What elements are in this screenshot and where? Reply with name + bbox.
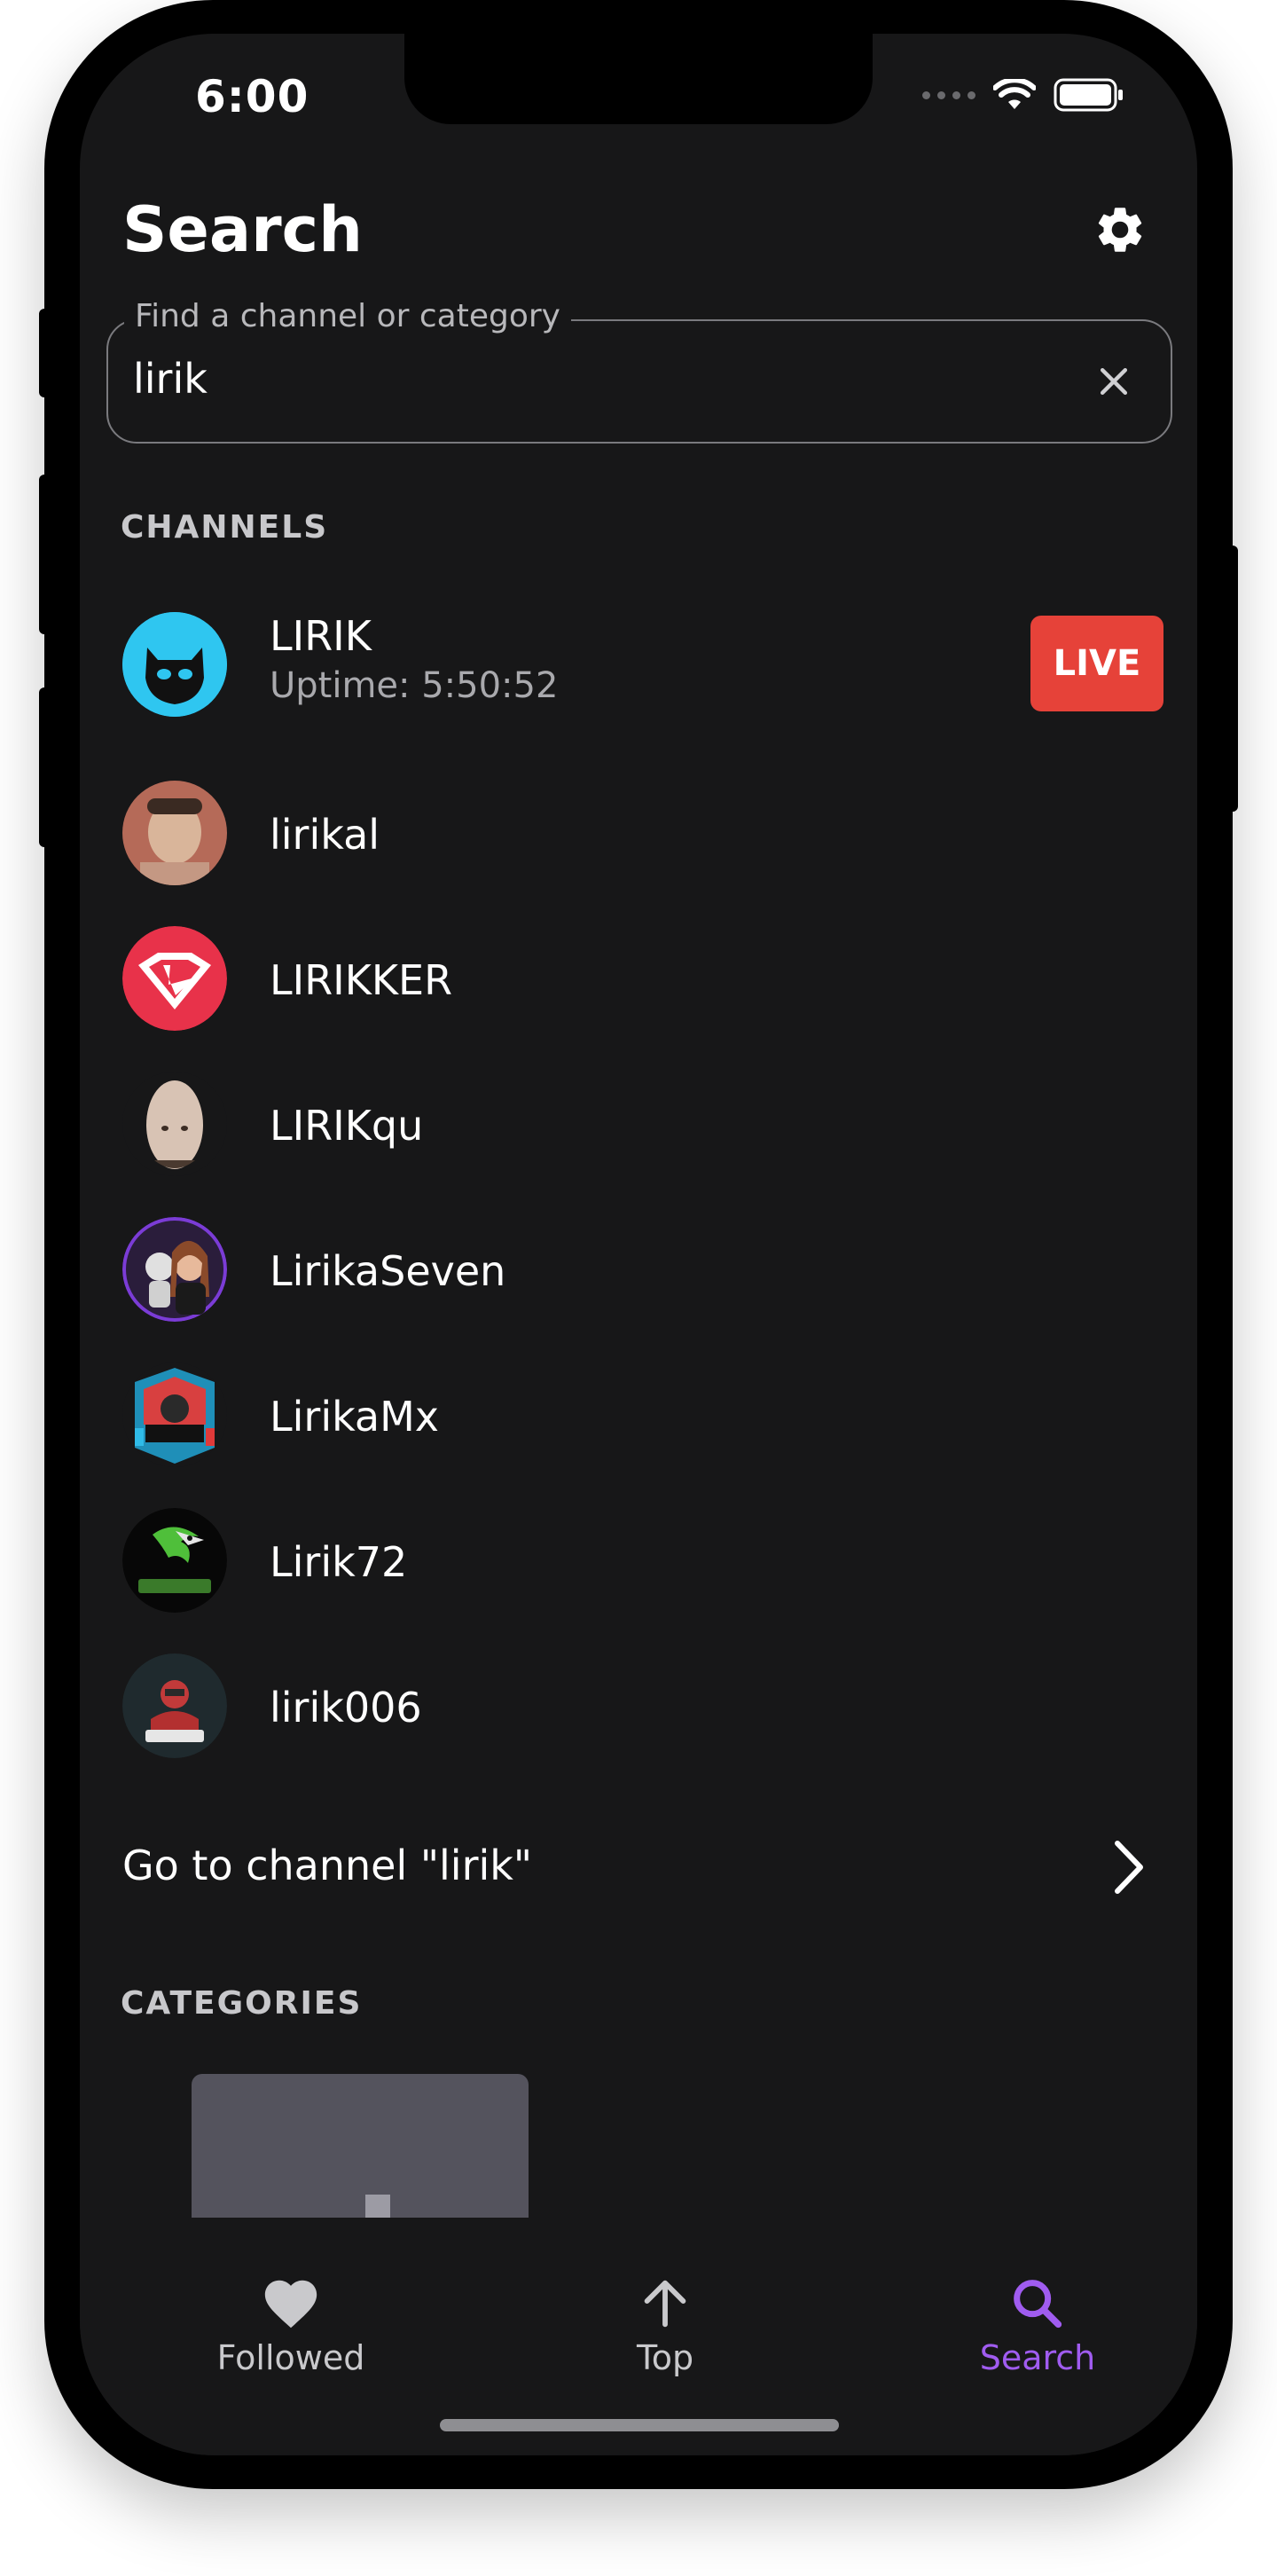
- tab-search-label: Search: [979, 2338, 1096, 2377]
- avatar: [122, 1653, 227, 1758]
- tab-followed-label: Followed: [216, 2338, 365, 2377]
- mascot-logo-icon: [122, 1653, 227, 1758]
- status-time: 6:00: [195, 71, 309, 122]
- avatar: [122, 612, 227, 717]
- channel-row-lirik006[interactable]: lirik006: [122, 1653, 1160, 1760]
- search-input[interactable]: Find a channel or category lirik: [106, 298, 1172, 444]
- channel-name: LIRIKKER: [270, 956, 453, 1004]
- channel-name: LirikaMx: [270, 1393, 440, 1441]
- channel-row-lirikaseven[interactable]: LirikaSeven: [122, 1217, 1160, 1323]
- channel-row-lirik72[interactable]: Lirik72: [122, 1508, 1160, 1614]
- page-title: Search: [122, 193, 363, 266]
- categories-heading: CATEGORIES: [121, 1985, 363, 2022]
- channel-row-lirikqu[interactable]: LIRIKqu: [122, 1072, 1160, 1178]
- channel-row-lirikal[interactable]: lirikal: [122, 781, 1160, 887]
- avatar: [122, 781, 227, 885]
- search-icon: [1014, 2280, 1062, 2329]
- channel-name: lirik006: [270, 1684, 422, 1732]
- badge-logo-icon: [122, 1363, 227, 1467]
- notch: [404, 34, 873, 124]
- live-badge: LIVE: [1030, 616, 1163, 711]
- screen: 6:00 Search Find a channel or category l…: [80, 34, 1197, 2455]
- wifi-icon: [993, 79, 1036, 109]
- channel-name: LirikaSeven: [270, 1247, 506, 1295]
- avatar: [122, 926, 227, 1031]
- channel-row-lirikker[interactable]: LIRIKKER: [122, 926, 1160, 1033]
- search-legend: Find a channel or category: [124, 298, 571, 334]
- channel-name: LIRIKqu: [270, 1102, 424, 1150]
- side-button-volume-up: [39, 475, 51, 634]
- heart-icon: [264, 2280, 317, 2329]
- channel-row-lirik[interactable]: LIRIK Uptime: 5:50:52 LIVE: [122, 612, 1163, 719]
- channel-name: lirikal: [270, 811, 380, 859]
- arrow-up-icon: [644, 2280, 686, 2328]
- avatar: [122, 1508, 227, 1613]
- tab-followed[interactable]: Followed: [176, 2273, 406, 2377]
- cat-avatar-icon: [122, 612, 227, 717]
- side-button-volume-down: [39, 687, 51, 847]
- phone-frame: 6:00 Search Find a channel or category l…: [39, 0, 1238, 2489]
- channels-heading: CHANNELS: [121, 509, 329, 546]
- dragon-logo-icon: [122, 1508, 227, 1613]
- channel-uptime: Uptime: 5:50:52: [270, 665, 559, 706]
- shield-logo-icon: [122, 926, 227, 1031]
- avatar-photo: [122, 781, 227, 885]
- category-placeholder-icon: [365, 2195, 390, 2219]
- status-icons: [922, 78, 1124, 112]
- avatar-photo: [122, 1072, 227, 1176]
- side-button-power: [1226, 546, 1238, 812]
- chevron-right-icon: [1115, 1841, 1143, 1894]
- tab-search[interactable]: Search: [922, 2273, 1153, 2377]
- go-to-channel-button[interactable]: Go to channel "lirik": [122, 1834, 1151, 1905]
- channel-name: LIRIK: [270, 612, 372, 660]
- avatar: [122, 1072, 227, 1176]
- avatar-illustration: [122, 1217, 227, 1322]
- go-to-channel-label: Go to channel "lirik": [122, 1842, 533, 1889]
- side-button-silent: [39, 309, 51, 397]
- signal-icon: [922, 90, 975, 99]
- channel-row-lirikamx[interactable]: LirikaMx: [122, 1363, 1160, 1469]
- close-icon[interactable]: [1094, 362, 1133, 401]
- battery-icon: [1054, 78, 1123, 112]
- home-indicator[interactable]: [440, 2419, 839, 2431]
- search-value[interactable]: lirik: [133, 355, 208, 403]
- tab-top[interactable]: Top: [550, 2273, 780, 2377]
- avatar: [122, 1363, 227, 1467]
- avatar: [122, 1217, 227, 1322]
- gear-icon[interactable]: [1093, 202, 1148, 257]
- tab-top-label: Top: [636, 2338, 694, 2377]
- channel-name: Lirik72: [270, 1538, 408, 1586]
